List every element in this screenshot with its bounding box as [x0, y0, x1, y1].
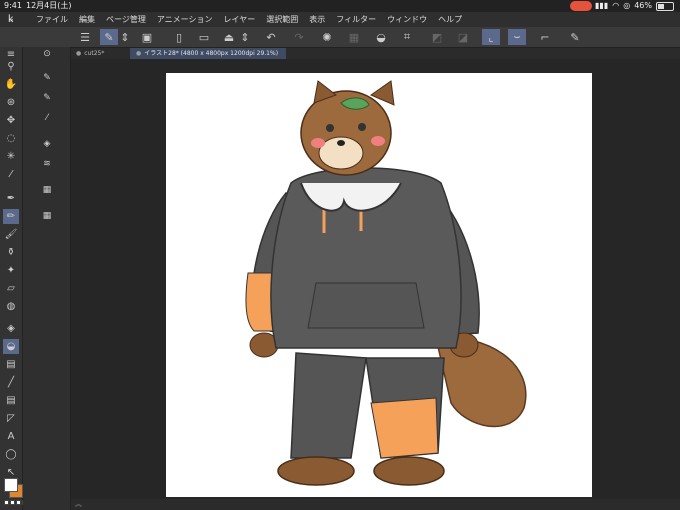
battery-percent: 46% — [634, 1, 652, 10]
redo-icon[interactable]: ↷ — [290, 29, 308, 45]
menu-file[interactable]: ファイル — [36, 12, 68, 27]
menu-selection[interactable]: 選択範囲 — [266, 12, 298, 27]
signal-icon: ▮▮▮ — [595, 1, 609, 10]
zoom-icon[interactable]: ⚲ — [3, 59, 19, 74]
tail — [435, 336, 527, 428]
smart-reference-icon[interactable]: ✎ — [566, 29, 584, 45]
pen-icon[interactable]: ✒ — [3, 191, 19, 206]
left-leg — [290, 352, 367, 459]
layers-icon[interactable]: ≋ — [39, 157, 55, 171]
menu-help[interactable]: ヘルプ — [438, 12, 462, 27]
drawing-canvas[interactable] — [166, 73, 592, 497]
fill-bucket-icon[interactable]: ◒ — [372, 29, 390, 45]
sub-tool-palette: ⊙ ✎ ✎ ⁄ ◈ ≋ ▦ ▦ — [23, 47, 71, 510]
loading-spinner-icon[interactable]: ✺ — [318, 29, 336, 45]
tab-label: イラスト28* (4800 x 4800px 1200dpi 29.1%) — [144, 50, 279, 57]
menu-layer[interactable]: レイヤー — [224, 12, 256, 27]
hamburger-menu-icon[interactable]: ☰ — [76, 29, 94, 45]
new-file-icon[interactable]: ▯ — [170, 29, 188, 45]
navigator-icon[interactable]: ⊙ — [39, 47, 55, 61]
lasso-icon[interactable]: ◌ — [3, 131, 19, 146]
wifi-icon: ◠ — [612, 1, 620, 10]
left-eye — [326, 124, 334, 132]
right-cheek — [371, 136, 385, 146]
figure-icon[interactable]: ╱ — [3, 375, 19, 390]
menu-bar: ꝃ ファイル 編集 ページ管理 アニメーション レイヤー 選択範囲 表示 フィル… — [0, 12, 680, 27]
pen-tool-icon[interactable]: ✎ — [100, 29, 118, 45]
app-logo-icon[interactable]: ꝃ — [8, 14, 20, 25]
canvas-area[interactable] — [71, 59, 680, 499]
pencil-icon[interactable]: ✏ — [3, 209, 19, 224]
blend-icon[interactable]: ◍ — [3, 299, 19, 314]
left-cheek — [311, 138, 325, 148]
ruler-icon[interactable]: ◸ — [3, 411, 19, 426]
menu-animation[interactable]: アニメーション — [157, 12, 213, 27]
close-tab-icon[interactable]: ● — [76, 50, 81, 57]
move-icon[interactable]: ✥ — [3, 113, 19, 128]
right-eye — [358, 123, 366, 131]
material-icon[interactable]: ▦ — [39, 183, 55, 197]
frame-border-icon[interactable]: ▤ — [3, 393, 19, 408]
copy-layer-icon[interactable]: ▦ — [345, 29, 363, 45]
scroll-arrows-icon[interactable]: ⇕ — [120, 29, 130, 45]
menu-view[interactable]: 表示 — [309, 12, 325, 27]
brush-size-icon[interactable]: ✎ — [39, 91, 55, 105]
orientation-lock-icon: ◎ — [623, 1, 631, 10]
material-2-icon[interactable]: ▦ — [39, 209, 55, 223]
invert-selection-icon[interactable]: ◪ — [454, 29, 472, 45]
tab-label: cut25* — [84, 50, 105, 57]
raccoon-dog-illustration — [245, 80, 527, 486]
airbrush-icon[interactable]: ⚱ — [3, 245, 19, 260]
right-sock — [370, 397, 439, 459]
tab-illust28[interactable]: ● イラスト28* (4800 x 4800px 1200dpi 29.1%) — [130, 48, 286, 59]
undo-icon[interactable]: ↶ — [262, 29, 280, 45]
eraser-icon[interactable]: ▱ — [3, 281, 19, 296]
nose — [337, 140, 345, 146]
perspective-ruler-icon[interactable]: ⌐ — [536, 29, 554, 45]
hoodie-pocket — [307, 282, 425, 329]
status-time: 9:41 — [4, 1, 22, 10]
battery-icon — [656, 1, 674, 11]
ruler-snap-icon[interactable]: ⌞ — [482, 29, 500, 45]
brush-icon[interactable]: 🖌 — [3, 227, 19, 242]
tool-palette: ≡ ⚲ ✋ ⊛ ✥ ◌ ✳ ⁄ ✒ ✏ 🖌 ⚱ ✦ ▱ ◍ ◈ ◒ ▤ ╱ ▤ … — [0, 47, 27, 510]
tool-property-icon[interactable]: ✎ — [39, 71, 55, 85]
gallery-icon[interactable]: ▣ — [138, 29, 156, 45]
hand-icon[interactable]: ✋ — [3, 77, 19, 92]
balloon-icon[interactable]: ◯ — [3, 447, 19, 462]
status-date: 12月4日(土) — [26, 1, 72, 10]
menu-page[interactable]: ページ管理 — [106, 12, 146, 27]
fill-icon[interactable]: ◈ — [3, 321, 19, 336]
open-folder-icon[interactable]: ▭ — [195, 29, 213, 45]
export-icon[interactable]: ⏏ — [220, 29, 238, 45]
left-foot — [277, 456, 355, 486]
scroll-arrows-icon-2[interactable]: ⇕ — [240, 29, 250, 45]
document-tabs: ● cut25* ● イラスト28* (4800 x 4800px 1200dpi … — [70, 48, 680, 59]
decoration-icon[interactable]: ✦ — [3, 263, 19, 278]
curve-snap-icon[interactable]: ⌣ — [508, 29, 526, 45]
hide-selection-icon[interactable]: ◩ — [428, 29, 446, 45]
right-foot — [373, 456, 445, 486]
auto-select-icon[interactable]: ✳ — [3, 149, 19, 164]
text-icon[interactable]: A — [3, 429, 19, 444]
eyedropper-icon[interactable]: ⁄ — [3, 167, 19, 182]
ios-status-bar: 9:41 12月4日(土) ▮▮▮ ◠ ◎ 46% — [0, 0, 680, 12]
menu-edit[interactable]: 編集 — [79, 12, 95, 27]
command-bar: ☰ ✎ ⇕ ▣ ▯ ▭ ⏏ ⇕ ↶ ↷ ✺ ▦ ◒ ⌗ ◩ ◪ ⌞ ⌣ ⌐ ✎ — [0, 27, 680, 48]
menu-filter[interactable]: フィルター — [336, 12, 376, 27]
close-tab-icon[interactable]: ● — [136, 50, 141, 57]
crop-icon[interactable]: ⌗ — [398, 29, 416, 45]
layer-property-icon[interactable]: ◈ — [39, 137, 55, 151]
microphone-indicator-icon — [570, 1, 592, 11]
fill-bucket-tool-icon[interactable]: ◒ — [3, 339, 19, 354]
expand-panel-icon[interactable]: ︽ — [75, 499, 82, 510]
tab-cut25[interactable]: ● cut25* — [70, 48, 132, 59]
bottom-bar: ︽ — [71, 499, 680, 510]
object-select-icon[interactable]: ⊛ — [3, 95, 19, 110]
gradient-icon[interactable]: ▤ — [3, 357, 19, 372]
color-wheel-icon[interactable]: ⁄ — [39, 111, 55, 125]
menu-window[interactable]: ウィンドウ — [387, 12, 427, 27]
status-right: ▮▮▮ ◠ ◎ 46% — [595, 0, 674, 12]
main-color-swatch[interactable] — [4, 478, 18, 492]
